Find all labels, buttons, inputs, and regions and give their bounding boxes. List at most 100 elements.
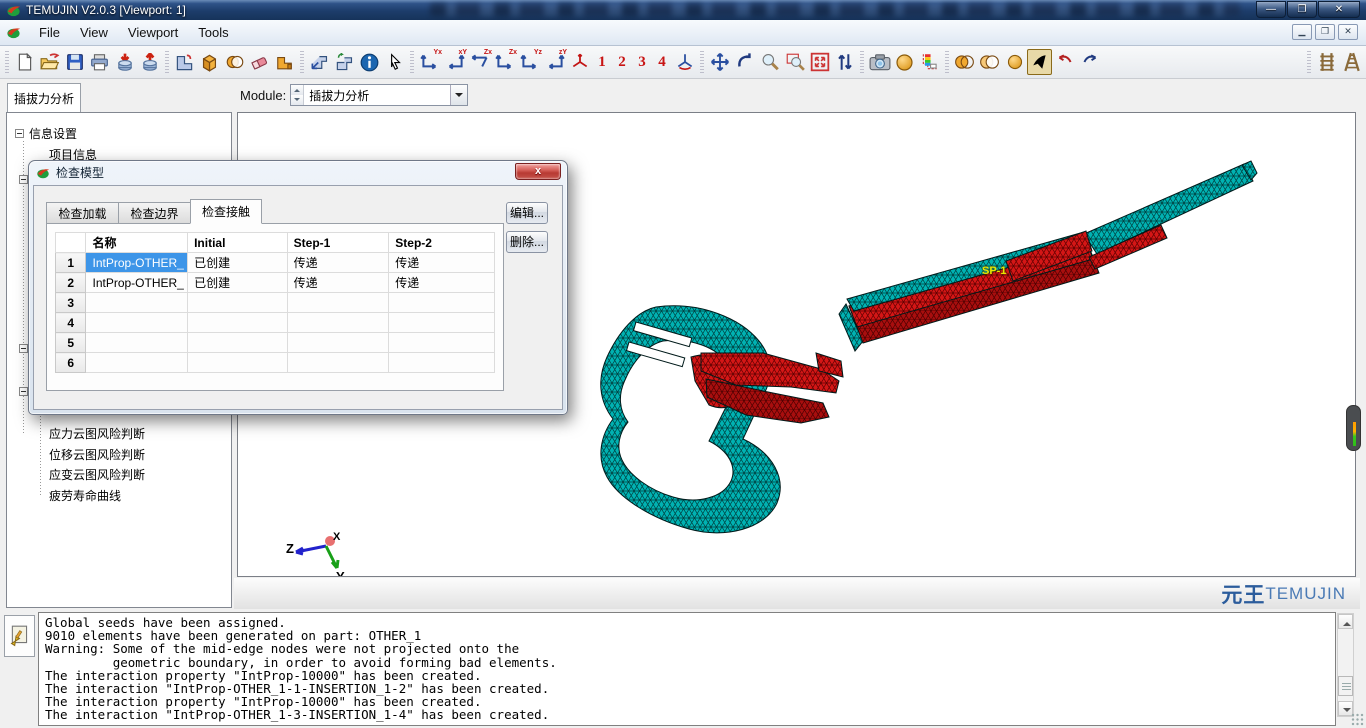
table-row[interactable]: 2 IntProp-OTHER_ 已创建 传递 传递 xyxy=(56,273,495,293)
view-orientation-4-icon[interactable]: Zx xyxy=(492,49,517,75)
log-scrollbar[interactable] xyxy=(1337,613,1354,717)
restore-button[interactable]: ❐ xyxy=(1287,1,1317,18)
menu-file[interactable]: File xyxy=(29,21,70,44)
tree-collapse-icon[interactable] xyxy=(19,387,28,396)
edit-feature-icon[interactable] xyxy=(332,49,357,75)
chevron-down-icon[interactable] xyxy=(450,85,467,105)
resize-grip[interactable] xyxy=(1351,713,1364,726)
view-preset-1-button[interactable]: 1 xyxy=(592,54,612,71)
tab-check-contact[interactable]: 检查接触 xyxy=(190,199,262,224)
view-preset-2-button[interactable]: 2 xyxy=(612,54,632,71)
rotate-view-icon[interactable] xyxy=(732,49,757,75)
tree-item-fatigue-life-curve[interactable]: 疲劳寿命曲线 xyxy=(49,487,121,504)
dialog-title: 检查模型 xyxy=(56,164,104,181)
view-orientation-3-icon[interactable]: Zx xyxy=(467,49,492,75)
select-cursor-icon[interactable] xyxy=(382,49,407,75)
save-icon[interactable] xyxy=(62,49,87,75)
measure-feature-icon[interactable] xyxy=(307,49,332,75)
menu-view[interactable]: View xyxy=(70,21,118,44)
rail-merge-icon[interactable] xyxy=(1339,49,1364,75)
workspace-header-row: 插拔力分析 Module: 插拔力分析 xyxy=(0,79,1366,112)
table-row[interactable]: 1 IntProp-OTHER_ 已创建 传递 传递 xyxy=(56,253,495,273)
message-log[interactable]: Global seeds have been assigned. 9010 el… xyxy=(38,612,1336,726)
shaded-sphere-icon[interactable] xyxy=(892,49,917,75)
status-strip: 元王TEMUJIN xyxy=(234,578,1360,609)
info-icon[interactable] xyxy=(357,49,382,75)
dialog-logo-icon xyxy=(36,166,50,180)
minimize-button[interactable]: — xyxy=(1256,1,1286,18)
menu-viewport[interactable]: Viewport xyxy=(118,21,188,44)
sort-updown-icon[interactable] xyxy=(832,49,857,75)
message-area: Global seeds have been assigned. 9010 el… xyxy=(0,610,1366,728)
tree-item-displacement-contour-risk[interactable]: 位移云图风险判断 xyxy=(49,446,145,463)
viewport-side-handle[interactable] xyxy=(1346,405,1361,451)
module-spinner[interactable] xyxy=(291,85,304,105)
sphere-icon[interactable] xyxy=(1002,49,1027,75)
contour-legend-icon[interactable] xyxy=(917,49,942,75)
zoom-icon[interactable] xyxy=(757,49,782,75)
table-row[interactable]: 3 xyxy=(56,293,495,313)
open-file-icon[interactable] xyxy=(37,49,62,75)
dialog-body: 检查加载 检查边界 检查接触 名称 Initial Step-1 Step-2 … xyxy=(33,185,563,410)
zoom-region-icon[interactable] xyxy=(782,49,807,75)
toolbar-grip xyxy=(300,51,304,73)
svg-text:Y: Y xyxy=(336,569,345,576)
snapshot-camera-icon[interactable] xyxy=(867,49,892,75)
view-orientation-5-icon[interactable]: Yz xyxy=(517,49,542,75)
mdi-restore-button[interactable]: ❐ xyxy=(1315,24,1335,40)
view-preset-3-button[interactable]: 3 xyxy=(632,54,652,71)
toolbar-grip xyxy=(945,51,949,73)
undo-icon[interactable] xyxy=(1052,49,1077,75)
tree-item-stress-contour-risk[interactable]: 应力云图风险判断 xyxy=(49,425,145,442)
mdi-close-button[interactable]: ✕ xyxy=(1338,24,1358,40)
tree-collapse-icon[interactable] xyxy=(15,129,24,138)
scroll-up-icon[interactable] xyxy=(1338,614,1353,629)
export-database-icon[interactable] xyxy=(137,49,162,75)
tree-item-strain-contour-risk[interactable]: 应变云图风险判断 xyxy=(49,466,145,483)
view-orientation-2-icon[interactable]: xY xyxy=(442,49,467,75)
tree-connector-line xyxy=(40,401,41,497)
view-orientation-6-icon[interactable]: zY xyxy=(542,49,567,75)
analysis-tab[interactable]: 插拔力分析 xyxy=(7,83,81,112)
table-header-row: 名称 Initial Step-1 Step-2 xyxy=(56,233,495,253)
axis-triad-icon[interactable] xyxy=(567,49,592,75)
message-log-button[interactable] xyxy=(4,615,35,657)
close-button[interactable]: ✕ xyxy=(1318,1,1360,18)
table-row[interactable]: 4 xyxy=(56,313,495,333)
create-cube-icon[interactable] xyxy=(197,49,222,75)
tab-check-loading[interactable]: 检查加载 xyxy=(46,202,118,224)
import-database-icon[interactable] xyxy=(112,49,137,75)
eraser-icon[interactable] xyxy=(247,49,272,75)
menu-tools[interactable]: Tools xyxy=(188,21,238,44)
rail-straight-icon[interactable] xyxy=(1314,49,1339,75)
new-file-icon[interactable] xyxy=(12,49,37,75)
table-row[interactable]: 6 xyxy=(56,353,495,373)
dialog-title-bar[interactable]: 检查模型 x xyxy=(29,161,567,184)
overlap-circles-1-icon[interactable] xyxy=(952,49,977,75)
overlap-circles-2-icon[interactable] xyxy=(977,49,1002,75)
tree-collapse-icon[interactable] xyxy=(19,344,28,353)
print-icon[interactable] xyxy=(87,49,112,75)
module-combobox[interactable]: 插拔力分析 xyxy=(290,84,468,106)
table-row[interactable]: 5 xyxy=(56,333,495,353)
assembly-step-icon[interactable] xyxy=(272,49,297,75)
dialog-close-button[interactable]: x xyxy=(515,163,561,180)
check-model-dialog: 检查模型 x 检查加载 检查边界 检查接触 名称 Initial Step-1 … xyxy=(28,160,568,415)
select-arrow-icon[interactable] xyxy=(1027,49,1052,75)
view-preset-4-button[interactable]: 4 xyxy=(652,54,672,71)
tab-check-boundary[interactable]: 检查边界 xyxy=(118,202,190,224)
pan-icon[interactable] xyxy=(707,49,732,75)
redo-icon[interactable] xyxy=(1077,49,1102,75)
tree-collapse-icon[interactable] xyxy=(19,175,28,184)
view-orientation-1-icon[interactable]: Yx xyxy=(417,49,442,75)
scrollbar-thumb[interactable] xyxy=(1338,676,1353,696)
fit-view-icon[interactable] xyxy=(807,49,832,75)
delete-button[interactable]: 删除... xyxy=(506,231,548,253)
rotate-triad-icon[interactable] xyxy=(672,49,697,75)
create-part-icon[interactable] xyxy=(172,49,197,75)
tree-item-info-settings[interactable]: 信息设置 xyxy=(15,125,77,142)
boolean-operation-icon[interactable] xyxy=(222,49,247,75)
mdi-minimize-button[interactable]: ▁ xyxy=(1292,24,1312,40)
edit-button[interactable]: 编辑... xyxy=(506,202,548,224)
selected-cell[interactable]: IntProp-OTHER_ xyxy=(86,253,188,273)
